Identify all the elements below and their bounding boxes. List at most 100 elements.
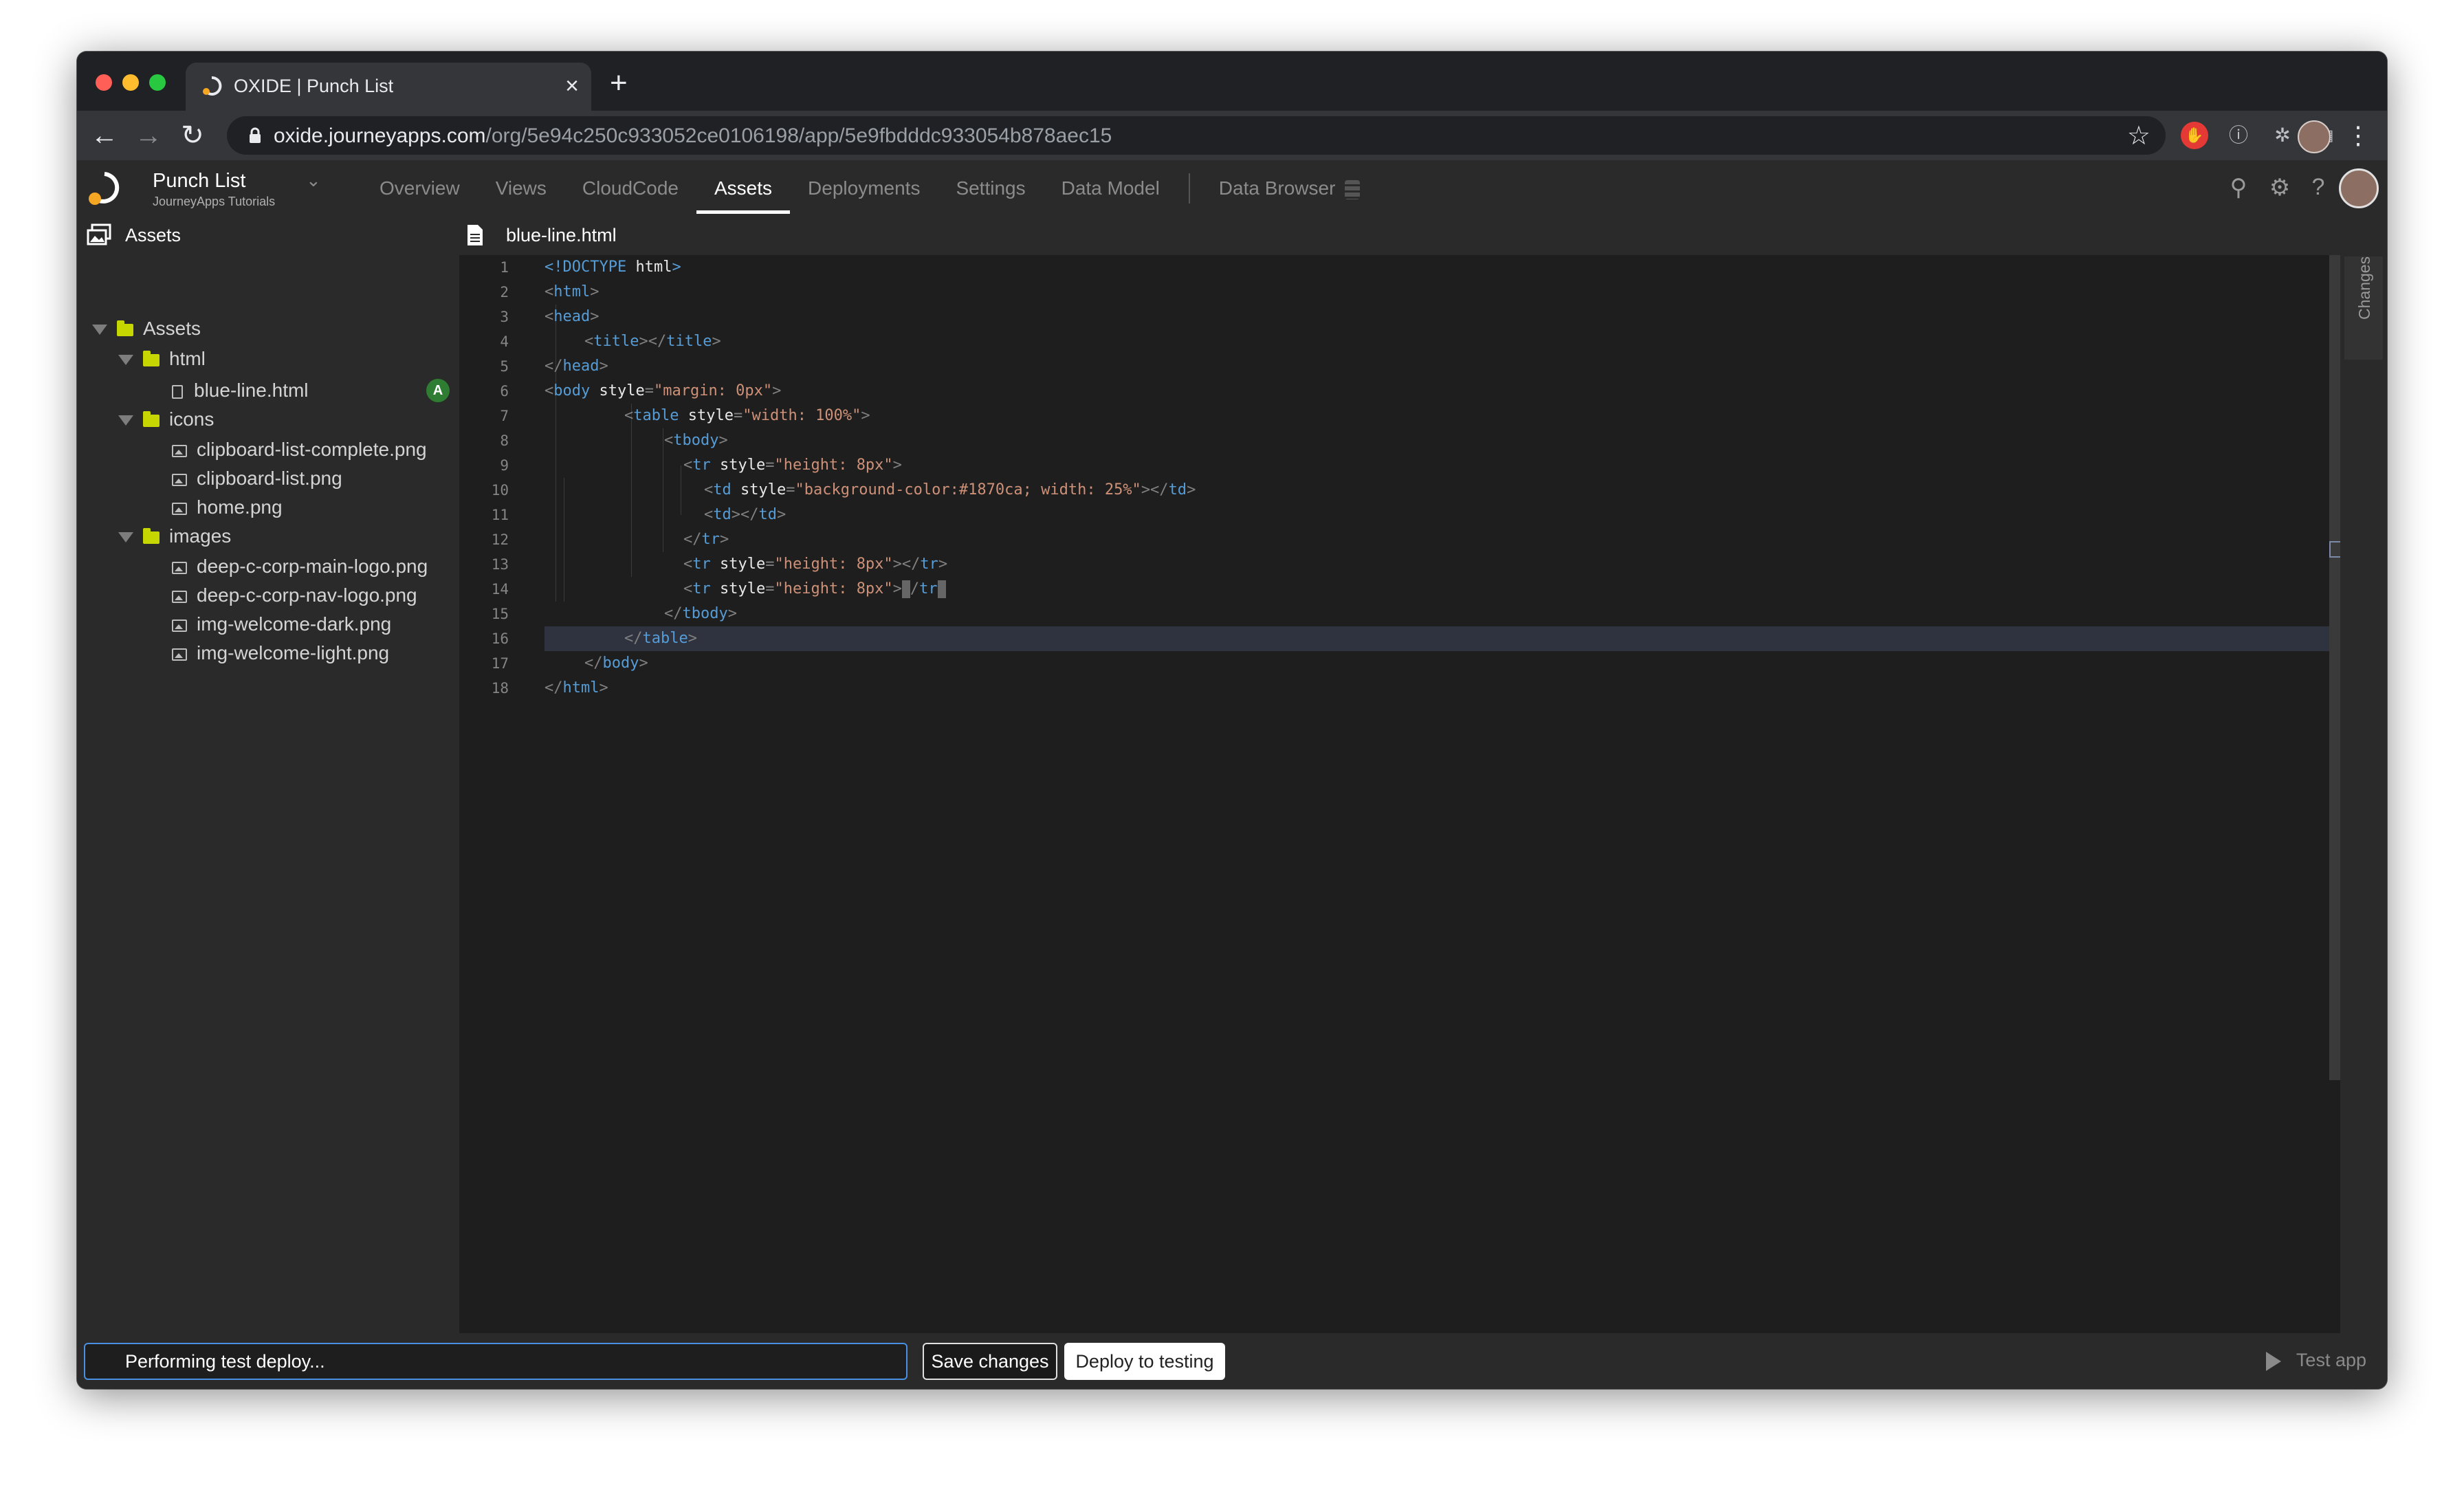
line-number: 13 bbox=[491, 556, 509, 573]
tree-file-blue-line[interactable]: blue-line.html bbox=[172, 376, 309, 405]
tab-settings[interactable]: Settings bbox=[938, 160, 1043, 217]
reload-icon[interactable]: ↻ bbox=[176, 119, 209, 152]
code-token: tr bbox=[701, 531, 720, 548]
tree-file-home[interactable]: home.png bbox=[172, 493, 283, 522]
expand-triangle-icon[interactable] bbox=[118, 355, 133, 366]
code-token: style bbox=[599, 382, 645, 399]
gear-icon[interactable]: ⚙ bbox=[2266, 174, 2294, 201]
line-number: 8 bbox=[500, 432, 509, 449]
tab-overview[interactable]: Overview bbox=[362, 160, 478, 217]
browser-tab[interactable]: OXIDE | Punch List × bbox=[186, 63, 591, 111]
code-line: <html> bbox=[544, 283, 600, 300]
lock-icon bbox=[250, 127, 261, 143]
project-switch-chevron-icon[interactable]: ⌄ bbox=[306, 170, 321, 191]
bottom-bar: Performing test deploy... Save changes D… bbox=[77, 1333, 2387, 1389]
deploy-status-field[interactable]: Performing test deploy... bbox=[84, 1343, 908, 1380]
code-token: tbody bbox=[673, 432, 719, 449]
deploy-to-testing-button[interactable]: Deploy to testing bbox=[1064, 1343, 1225, 1380]
tree-folder-images[interactable]: images bbox=[118, 522, 231, 551]
image-file-icon bbox=[172, 502, 187, 515]
code-token: html bbox=[635, 259, 672, 276]
line-number: 1 bbox=[500, 259, 509, 276]
code-token: html bbox=[553, 283, 591, 300]
project-org: JourneyApps Tutorials bbox=[153, 195, 276, 208]
line-number: 6 bbox=[500, 383, 509, 399]
tab-strip: OXIDE | Punch List × + bbox=[77, 52, 2387, 111]
code-line: <td></td> bbox=[704, 506, 786, 523]
folder-icon bbox=[117, 320, 133, 336]
profile-avatar[interactable] bbox=[2298, 120, 2331, 153]
code-token: "width: 100%" bbox=[742, 407, 861, 424]
tab-close-icon[interactable]: × bbox=[565, 72, 579, 100]
bracket-match-marker bbox=[937, 580, 946, 598]
expand-triangle-icon[interactable] bbox=[118, 415, 133, 426]
code-token: tr bbox=[920, 556, 938, 573]
code-editor[interactable]: 1 2 3 4 5 6 7 8 9 10 11 12 13 14 15 16 1… bbox=[459, 255, 2347, 1383]
tab-deployments[interactable]: Deployments bbox=[790, 160, 938, 217]
tree-file-clipboard-list-complete[interactable]: clipboard-list-complete.png bbox=[172, 435, 427, 464]
close-window-button[interactable] bbox=[96, 74, 112, 91]
tree-folder-icons[interactable]: icons bbox=[118, 405, 214, 434]
code-token: tbody bbox=[682, 605, 728, 622]
tree-file-welcome-light[interactable]: img-welcome-light.png bbox=[172, 639, 389, 668]
image-file-icon bbox=[172, 619, 187, 632]
browser-menu-icon[interactable]: ⋮ bbox=[2346, 120, 2370, 151]
maximize-window-button[interactable] bbox=[149, 74, 166, 91]
tree-file-main-logo[interactable]: deep-c-corp-main-logo.png bbox=[172, 552, 428, 581]
code-line: <tbody> bbox=[664, 432, 728, 449]
code-token: td bbox=[713, 506, 732, 523]
project-name[interactable]: Punch List bbox=[153, 170, 245, 193]
expand-triangle-icon[interactable] bbox=[118, 532, 133, 543]
tab-assets[interactable]: Assets bbox=[696, 160, 791, 217]
code-token: html bbox=[562, 679, 600, 696]
text-cursor bbox=[901, 580, 910, 598]
minimize-window-button[interactable] bbox=[122, 74, 139, 91]
tree-label: clipboard-list-complete.png bbox=[197, 439, 427, 460]
forward-arrow-icon[interactable]: → bbox=[132, 119, 165, 152]
code-token: title bbox=[666, 333, 712, 350]
expand-triangle-icon[interactable] bbox=[92, 325, 107, 336]
changes-tab[interactable]: Changes bbox=[2344, 256, 2383, 360]
code-line: <title></title> bbox=[584, 333, 721, 350]
save-changes-button[interactable]: Save changes bbox=[923, 1343, 1057, 1380]
tab-cloudcode[interactable]: CloudCode bbox=[564, 160, 696, 217]
added-status-badge: A bbox=[426, 379, 450, 402]
tab-views[interactable]: Views bbox=[478, 160, 564, 217]
tree-file-welcome-dark[interactable]: img-welcome-dark.png bbox=[172, 610, 391, 639]
adblock-extension-icon[interactable]: ✋ bbox=[2181, 122, 2208, 149]
play-icon bbox=[2265, 1351, 2281, 1371]
code-line: </table> bbox=[624, 630, 697, 647]
gear-extension-icon[interactable]: ✲ bbox=[2269, 122, 2296, 149]
changes-label: Changes bbox=[2355, 256, 2373, 320]
tree-file-nav-logo[interactable]: deep-c-corp-nav-logo.png bbox=[172, 581, 417, 610]
line-number: 12 bbox=[491, 531, 509, 548]
tree-folder-assets[interactable]: Assets bbox=[92, 314, 201, 343]
test-app-button[interactable]: Test app bbox=[2265, 1350, 2366, 1371]
code-line: <!DOCTYPE html> bbox=[544, 259, 681, 276]
tab-data-browser[interactable]: Data Browser bbox=[1201, 160, 1378, 217]
line-number: 2 bbox=[500, 284, 509, 300]
help-icon[interactable]: ? bbox=[2304, 174, 2332, 201]
code-line-current: <tr style="height: 8px">/tr bbox=[683, 577, 946, 602]
line-number: 17 bbox=[491, 655, 509, 672]
tree-folder-html[interactable]: html bbox=[118, 344, 206, 373]
user-avatar[interactable] bbox=[2339, 168, 2379, 208]
code-token: style bbox=[688, 407, 734, 424]
line-number: 9 bbox=[500, 457, 509, 474]
address-bar[interactable]: oxide.journeyapps.com/org/5e94c250c93305… bbox=[227, 116, 2166, 155]
search-icon[interactable]: ⚲ bbox=[2225, 174, 2252, 201]
panel-header-row: Assets blue-line.html bbox=[77, 217, 2387, 255]
folder-icon bbox=[143, 527, 160, 544]
line-number: 15 bbox=[491, 606, 509, 622]
code-line: <tr style="height: 8px"> bbox=[683, 457, 902, 474]
bookmark-star-icon[interactable]: ☆ bbox=[2127, 120, 2150, 151]
tree-file-clipboard-list[interactable]: clipboard-list.png bbox=[172, 464, 342, 493]
info-extension-icon[interactable]: ⓘ bbox=[2225, 122, 2252, 149]
code-token: "height: 8px" bbox=[774, 457, 893, 474]
new-tab-button[interactable]: + bbox=[610, 68, 628, 98]
tab-data-model[interactable]: Data Model bbox=[1044, 160, 1178, 217]
code-line: </tbody> bbox=[664, 605, 737, 622]
code-line: </head> bbox=[544, 358, 608, 375]
code-token: td bbox=[1168, 481, 1187, 498]
back-arrow-icon[interactable]: ← bbox=[88, 119, 121, 152]
